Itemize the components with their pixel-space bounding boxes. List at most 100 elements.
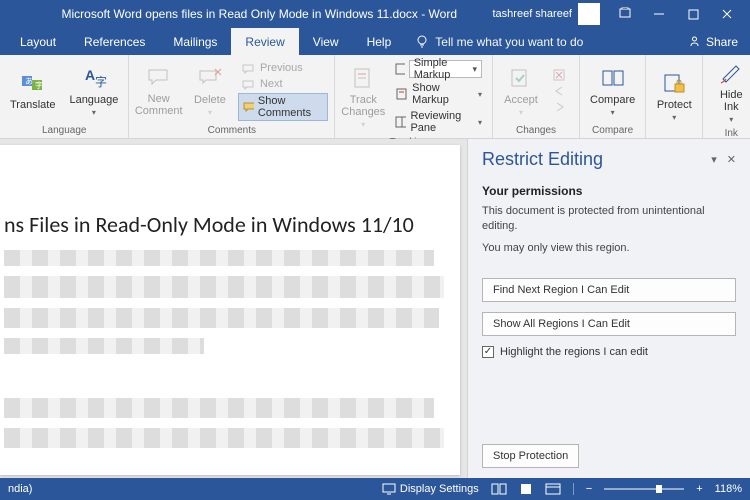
show-markup-button[interactable]: Show Markup ▾ xyxy=(391,81,486,107)
blurred-text xyxy=(4,428,444,448)
prev-change-icon xyxy=(553,85,569,97)
blurred-text xyxy=(4,250,434,266)
reviewing-pane-icon xyxy=(395,116,406,128)
ribbon-options-icon[interactable] xyxy=(608,0,642,28)
window-controls xyxy=(608,0,744,28)
previous-change-button xyxy=(549,84,573,98)
share-button[interactable]: Share xyxy=(688,35,738,49)
display-settings-button[interactable]: Display Settings xyxy=(382,483,479,495)
language-icon: A字 xyxy=(81,66,107,92)
tab-references[interactable]: References xyxy=(70,28,159,55)
tab-mailings[interactable]: Mailings xyxy=(159,28,231,55)
group-label-ink: Ink xyxy=(725,128,738,139)
svg-text:字: 字 xyxy=(35,80,43,90)
new-comment-button: New Comment xyxy=(135,63,182,119)
group-label-compare: Compare xyxy=(592,125,633,136)
track-changes-button: Track Changes ▾ xyxy=(341,64,385,131)
svg-text:字: 字 xyxy=(95,74,107,89)
permissions-text-1: This document is protected from unintent… xyxy=(482,204,736,235)
translate-button[interactable]: あ字 Translate xyxy=(6,69,59,113)
track-changes-icon xyxy=(350,66,376,92)
zoom-slider[interactable] xyxy=(604,488,684,490)
tell-me-search[interactable]: Tell me what you want to do xyxy=(415,35,583,49)
chevron-down-icon: ▾ xyxy=(478,118,482,127)
document-area[interactable]: ns Files in Read-Only Mode in Windows 11… xyxy=(0,139,467,478)
status-bar: ndia) Display Settings − + 118% xyxy=(0,478,750,500)
pane-close-button[interactable]: ✕ xyxy=(727,153,736,166)
chevron-down-icon: ▾ xyxy=(672,113,676,122)
reviewing-pane-button[interactable]: Reviewing Pane ▾ xyxy=(391,109,486,135)
next-comment-button: Next xyxy=(238,77,328,91)
group-comments: New Comment Delete ▾ Previous Next Show xyxy=(129,55,335,138)
permissions-text-2: You may only view this region. xyxy=(482,241,736,256)
view-print-layout[interactable] xyxy=(519,483,533,495)
checkbox-icon: ✓ xyxy=(482,346,494,358)
group-label-language: Language xyxy=(42,125,87,136)
group-compare: Compare ▾ Compare xyxy=(580,55,646,138)
close-button[interactable] xyxy=(710,0,744,28)
accept-icon xyxy=(508,66,534,92)
share-icon xyxy=(688,35,701,48)
next-change-icon xyxy=(553,101,569,113)
group-label-changes: Changes xyxy=(516,125,556,136)
tab-layout[interactable]: Layout xyxy=(6,28,70,55)
hide-ink-button[interactable]: Hide Ink ▾ xyxy=(709,59,750,126)
chevron-down-icon: ▾ xyxy=(478,90,482,99)
lightbulb-icon xyxy=(415,35,429,49)
zoom-in-button[interactable]: + xyxy=(696,483,702,495)
pane-title: Restrict Editing xyxy=(482,149,603,170)
user-name: tashreef shareef xyxy=(493,8,573,20)
protect-button[interactable]: Protect ▾ xyxy=(652,69,696,124)
blurred-text xyxy=(4,276,444,298)
chevron-down-icon: ▾ xyxy=(611,108,615,117)
delete-comment-icon xyxy=(197,66,223,92)
view-read-mode[interactable] xyxy=(491,483,507,495)
title-bar: Microsoft Word opens files in Read Only … xyxy=(0,0,750,28)
group-label-comments: Comments xyxy=(208,125,256,136)
zoom-level[interactable]: 118% xyxy=(715,483,742,495)
document-heading: ns Files in Read-Only Mode in Windows 11… xyxy=(0,211,460,238)
next-icon xyxy=(242,78,256,90)
minimize-button[interactable] xyxy=(642,0,676,28)
reject-button xyxy=(549,68,573,82)
highlight-regions-checkbox[interactable]: ✓ Highlight the regions I can edit xyxy=(482,346,736,358)
chevron-down-icon: ▾ xyxy=(519,108,523,117)
show-comments-icon xyxy=(243,101,254,113)
chevron-down-icon: ▾ xyxy=(208,108,212,117)
tab-help[interactable]: Help xyxy=(353,28,406,55)
blurred-text xyxy=(4,308,439,328)
display-icon xyxy=(382,483,396,495)
markup-view-select[interactable]: Simple Markup xyxy=(391,59,486,79)
language-status[interactable]: ndia) xyxy=(8,483,32,495)
group-protect: Protect ▾ xyxy=(646,55,703,138)
user-account[interactable]: tashreef shareef xyxy=(493,3,601,25)
pane-options-button[interactable]: ▾ xyxy=(711,153,717,166)
group-tracking: Track Changes ▾ Simple Markup Show Marku… xyxy=(335,55,493,138)
group-ink: Hide Ink ▾ Ink xyxy=(703,55,750,138)
view-web-layout[interactable] xyxy=(545,483,561,495)
language-button[interactable]: A字 Language ▾ xyxy=(65,64,122,119)
stop-protection-button[interactable]: Stop Protection xyxy=(482,444,579,468)
compare-button[interactable]: Compare ▾ xyxy=(586,64,639,119)
accept-button: Accept ▾ xyxy=(499,64,543,119)
group-changes: Accept ▾ Changes xyxy=(493,55,580,138)
show-all-regions-button[interactable]: Show All Regions I Can Edit xyxy=(482,312,736,336)
tab-review[interactable]: Review xyxy=(231,28,298,55)
tab-view[interactable]: View xyxy=(299,28,353,55)
translate-icon: あ字 xyxy=(20,71,46,97)
page: ns Files in Read-Only Mode in Windows 11… xyxy=(0,145,460,475)
zoom-out-button[interactable]: − xyxy=(586,483,592,495)
chevron-down-icon: ▾ xyxy=(729,115,733,124)
next-change-button xyxy=(549,100,573,114)
ribbon: あ字 Translate A字 Language ▾ Language New … xyxy=(0,55,750,139)
blurred-text xyxy=(4,398,434,418)
chevron-down-icon: ▾ xyxy=(92,108,96,117)
chevron-down-icon: ▾ xyxy=(361,120,365,129)
find-next-region-button[interactable]: Find Next Region I Can Edit xyxy=(482,278,736,302)
document-title: Microsoft Word opens files in Read Only … xyxy=(26,7,493,21)
delete-comment-button: Delete ▾ xyxy=(188,64,232,119)
protect-icon xyxy=(661,71,687,97)
previous-icon xyxy=(242,62,256,74)
show-comments-button[interactable]: Show Comments xyxy=(238,93,328,121)
maximize-button[interactable] xyxy=(676,0,710,28)
